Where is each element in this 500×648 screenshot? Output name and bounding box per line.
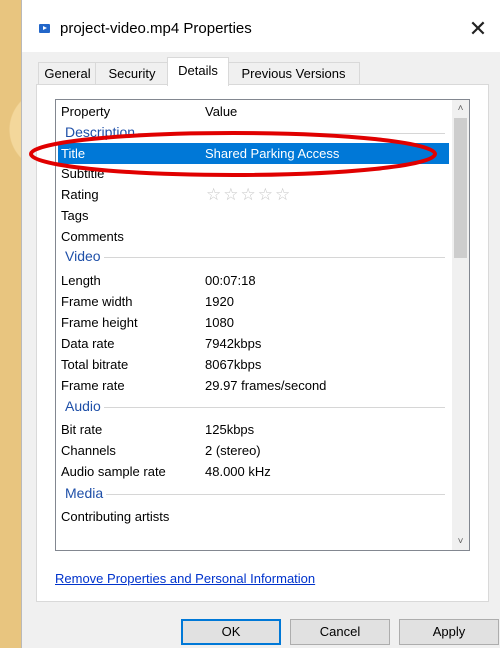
title-bar: project-video.mp4 Properties ✕ (22, 0, 500, 52)
row-audio-sample-rate[interactable]: Audio sample rate 48.000 kHz (58, 461, 451, 482)
property-value: 29.97 frames/second (205, 378, 327, 393)
column-header-value[interactable]: Value (205, 104, 237, 119)
property-value: 48.000 kHz (205, 464, 271, 479)
scroll-up-icon[interactable]: ˄ (452, 100, 469, 117)
row-length[interactable]: Length 00:07:18 (58, 270, 451, 291)
tab-general[interactable]: General (38, 62, 97, 85)
section-label: Description (65, 124, 139, 140)
section-video: Video (58, 246, 451, 268)
property-name: Total bitrate (61, 357, 129, 372)
section-label: Audio (65, 398, 104, 414)
scroll-down-icon[interactable]: ˅ (452, 533, 469, 550)
property-list-content: Property Value Description Title Shared … (56, 100, 451, 550)
video-file-icon (39, 24, 50, 33)
property-list[interactable]: Property Value Description Title Shared … (55, 99, 470, 551)
property-value: 2 (stereo) (205, 443, 261, 458)
vertical-scrollbar[interactable]: ˄ ˅ (452, 100, 469, 550)
section-divider (66, 494, 445, 495)
row-bit-rate[interactable]: Bit rate 125kbps (58, 419, 451, 440)
section-description: Description (58, 122, 451, 144)
property-name: Channels (61, 443, 116, 458)
row-channels[interactable]: Channels 2 (stereo) (58, 440, 451, 461)
row-subtitle[interactable]: Subtitle (58, 163, 451, 184)
tab-details[interactable]: Details (167, 57, 229, 86)
section-divider (66, 407, 445, 408)
property-name: Subtitle (61, 166, 105, 181)
property-name: Bit rate (61, 422, 103, 437)
property-name: Frame width (61, 294, 133, 309)
property-name: Comments (61, 229, 124, 244)
property-name: Contributing artists (61, 509, 170, 524)
property-name: Frame height (61, 315, 138, 330)
ok-button[interactable]: OK (181, 619, 281, 645)
scrollbar-thumb[interactable] (454, 118, 467, 258)
apply-button[interactable]: Apply (399, 619, 499, 645)
property-value: 1920 (205, 294, 234, 309)
property-name: Rating (61, 187, 99, 202)
row-comments[interactable]: Comments (58, 226, 451, 247)
property-name: Title (61, 146, 86, 161)
property-value: Shared Parking Access (205, 146, 340, 161)
section-label: Media (65, 485, 107, 501)
property-name: Frame rate (61, 378, 125, 393)
tab-previous-versions[interactable]: Previous Versions (227, 62, 360, 85)
column-header-property[interactable]: Property (61, 104, 110, 119)
cancel-button[interactable]: Cancel (290, 619, 390, 645)
details-panel: Property Value Description Title Shared … (36, 84, 489, 602)
row-title[interactable]: Title Shared Parking Access (58, 143, 449, 164)
row-contributing-artists[interactable]: Contributing artists (58, 506, 451, 527)
property-value: 125kbps (205, 422, 255, 437)
properties-window: project-video.mp4 Properties ✕ General S… (21, 0, 500, 648)
property-name: Tags (61, 208, 89, 223)
tab-security[interactable]: Security (95, 62, 169, 85)
window-title: project-video.mp4 Properties (60, 20, 252, 37)
property-name: Audio sample rate (61, 464, 166, 479)
rating-stars[interactable]: ☆☆☆☆☆ (206, 185, 292, 205)
property-name: Data rate (61, 336, 115, 351)
section-divider (66, 257, 445, 258)
close-icon[interactable]: ✕ (455, 12, 500, 46)
row-frame-rate[interactable]: Frame rate 29.97 frames/second (58, 375, 451, 396)
row-rating[interactable]: Rating ☆☆☆☆☆ (58, 184, 451, 205)
section-audio: Audio (58, 396, 451, 418)
row-data-rate[interactable]: Data rate 7942kbps (58, 333, 451, 354)
remove-properties-link[interactable]: Remove Properties and Personal Informati… (55, 571, 315, 586)
row-total-bitrate[interactable]: Total bitrate 8067kbps (58, 354, 451, 375)
property-name: Length (61, 273, 101, 288)
property-value: 8067kbps (205, 357, 262, 372)
section-media: Media (58, 483, 451, 505)
row-tags[interactable]: Tags (58, 205, 451, 226)
property-value: 00:07:18 (205, 273, 256, 288)
section-label: Video (65, 248, 104, 264)
row-frame-height[interactable]: Frame height 1080 (58, 312, 451, 333)
property-value: 1080 (205, 315, 234, 330)
property-value: 7942kbps (205, 336, 262, 351)
row-frame-width[interactable]: Frame width 1920 (58, 291, 451, 312)
